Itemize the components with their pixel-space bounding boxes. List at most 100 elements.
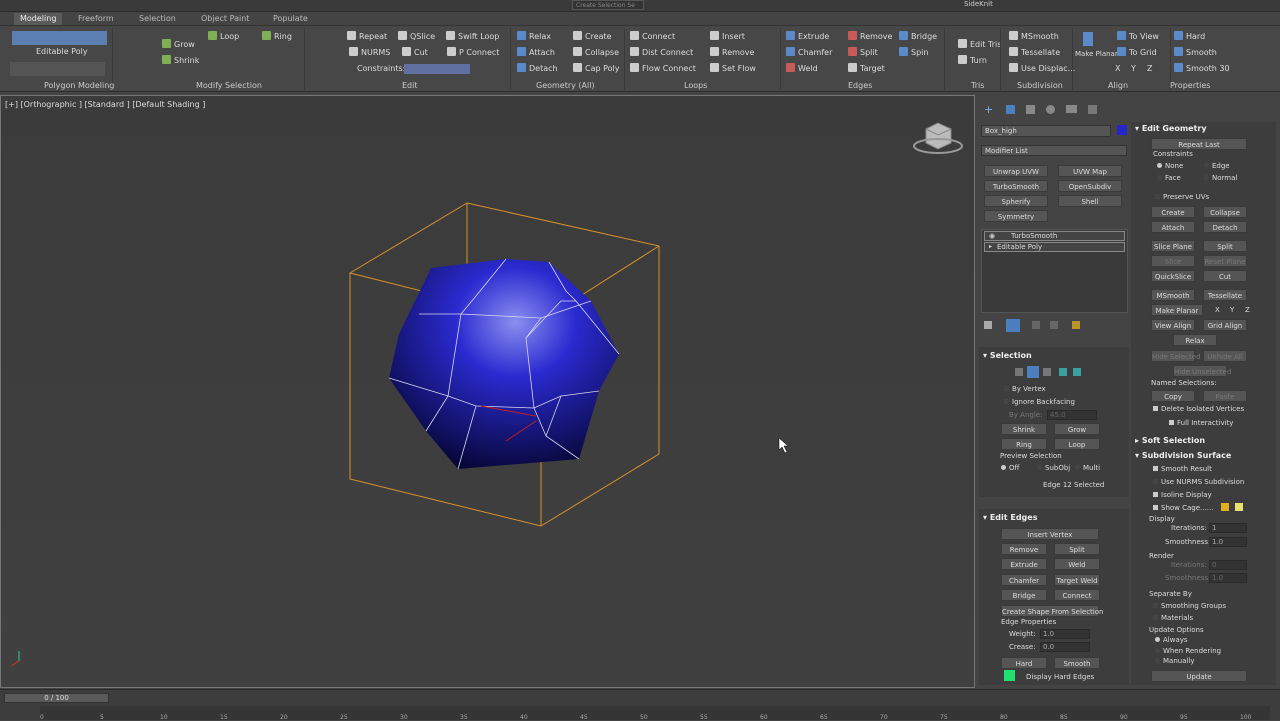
soft-selection-title[interactable]: ▸ Soft Selection [1135,436,1205,445]
create-shape-button[interactable]: Create Shape From Selection [1001,605,1103,617]
grow-button[interactable]: Grow [1054,423,1100,435]
make-planar-button[interactable]: Make Planar [1075,48,1118,60]
smooth-result-checkbox[interactable]: Smooth Result [1153,465,1212,473]
align-x-button[interactable]: X [1115,63,1120,75]
chamfer-button[interactable]: Chamfer [786,47,832,59]
bridge-button[interactable]: Bridge [899,31,937,43]
extrude-button[interactable]: Extrude [786,31,829,43]
hard-edge-color-swatch[interactable] [1004,670,1015,681]
edit-edges-rollout-title[interactable]: ▾ Edit Edges [983,513,1037,522]
delete-isolated-checkbox[interactable]: Delete Isolated Vertices [1153,405,1244,413]
connect-button[interactable]: Connect [630,31,675,43]
to-grid-button[interactable]: To Grid [1117,47,1157,59]
group-geometry[interactable]: Geometry (All) [536,81,595,90]
render-smoothness-spinner[interactable]: 1.0 [1209,573,1247,583]
cut-button[interactable]: Cut [1203,270,1247,282]
render-iterations-spinner[interactable]: 0 [1209,560,1247,570]
by-angle-spinner[interactable]: 45.0 [1047,410,1097,420]
weld-button[interactable]: Weld [786,63,818,75]
time-slider[interactable]: 0 / 100 [4,693,109,703]
align-y-button[interactable]: Y [1131,63,1136,75]
weight-spinner[interactable]: 1.0 [1040,629,1090,639]
slice-plane-button[interactable]: Slice Plane [1151,240,1195,252]
subobject-icons[interactable] [12,31,107,45]
preview-multi-radio[interactable]: Multi [1075,464,1100,472]
smooth-button[interactable]: Smooth [1174,47,1217,59]
tessellate-button[interactable]: Tessellate [1009,47,1060,59]
relax-button[interactable]: Relax [517,31,551,43]
use-displacement-button[interactable]: Use Displac... [1009,63,1075,75]
relax-button[interactable]: Relax [1173,334,1217,346]
create-button[interactable]: Create [573,31,612,43]
swift-loop-button[interactable]: Swift Loop [446,31,499,43]
modifier-list-dropdown[interactable]: Modifier List [981,145,1127,156]
unhide-all-button[interactable]: Unhide All [1203,350,1247,362]
selection-rollout-title[interactable]: ▾ Selection [983,351,1032,360]
tab-populate[interactable]: Populate [273,14,308,23]
set-flow-button[interactable]: Set Flow [710,63,756,75]
grow-button[interactable]: Grow [162,39,195,51]
to-view-button[interactable]: To View [1117,31,1159,43]
turn-button[interactable]: Turn [958,55,987,67]
cut-button[interactable]: Cut [402,47,428,59]
hard-button[interactable]: Hard [1174,31,1205,43]
materials-checkbox[interactable]: Materials [1153,614,1193,622]
stack-item-editable-poly[interactable]: ▸ Editable Poly [984,242,1125,252]
tab-modeling[interactable]: Modeling [14,13,63,25]
unwrap-uvw-button[interactable]: Unwrap UVW [984,165,1048,177]
stack-item-turbosmooth[interactable]: ◉ TurboSmooth [984,231,1125,241]
smoothing-groups-checkbox[interactable]: Smoothing Groups [1153,602,1226,610]
constraint-normal-radio[interactable]: Normal [1204,174,1237,182]
constraint-edge-radio[interactable]: Edge [1204,162,1230,170]
stack-tools[interactable] [984,319,1084,333]
attach-button[interactable]: Attach [517,47,555,59]
nurms-button[interactable]: NURMS [349,47,390,59]
constraint-face-radio[interactable]: Face [1157,174,1181,182]
by-vertex-checkbox[interactable]: By Vertex [1004,385,1046,393]
connect-button[interactable]: Connect [1054,589,1100,601]
tab-freeform[interactable]: Freeform [78,14,114,23]
flow-connect-button[interactable]: Flow Connect [630,63,696,75]
split-button[interactable]: Split [1054,543,1100,555]
group-edges[interactable]: Edges [848,81,872,90]
grid-align-button[interactable]: Grid Align [1203,319,1247,331]
weld-button[interactable]: Weld [1054,558,1100,570]
ignore-backfacing-checkbox[interactable]: Ignore Backfacing [1004,398,1075,406]
planar-z-button[interactable]: Z [1245,306,1250,314]
create-button[interactable]: Create [1151,206,1195,218]
ring-button[interactable]: Ring [262,31,292,43]
group-loops[interactable]: Loops [684,81,707,90]
update-button[interactable]: Update [1151,670,1247,682]
hard-button[interactable]: Hard [1001,657,1047,669]
split-button[interactable]: Split [1203,240,1247,252]
hide-unselected-button[interactable]: Hide Unselected [1173,365,1231,377]
remove-loop-button[interactable]: Remove [710,47,754,59]
symmetry-button[interactable]: Symmetry [984,210,1048,222]
msmooth-button[interactable]: MSmooth [1009,31,1059,43]
spherify-button[interactable]: Spherify [984,195,1048,207]
use-nurms-checkbox[interactable]: Use NURMS Subdivision [1153,478,1244,486]
detach-button[interactable]: Detach [1203,221,1247,233]
collapse-button[interactable]: Collapse [1203,206,1247,218]
repeat-button[interactable]: Repeat [347,31,387,43]
ring-button[interactable]: Ring [1001,438,1047,450]
edit-geometry-title[interactable]: ▾ Edit Geometry [1135,124,1207,133]
split-button[interactable]: Split [848,47,878,59]
collapse-button[interactable]: Collapse [573,47,619,59]
shell-button[interactable]: Shell [1058,195,1122,207]
loop-button[interactable]: Loop [208,31,239,43]
repeat-last-button[interactable]: Repeat Last [1151,138,1247,150]
track-bar[interactable]: 0 5 10 15 20 25 30 35 40 45 50 55 60 65 70 75 80 85 90 95 10… [40,706,1270,721]
group-polygon-modeling[interactable]: Polygon Modeling [44,81,114,90]
copy-button[interactable]: Copy [1151,390,1195,402]
update-manually-radio[interactable]: Manually [1155,657,1195,665]
slice-button[interactable]: Slice [1151,255,1195,267]
quickslice-button[interactable]: QuickSlice [1151,270,1195,282]
poly-tools-icons[interactable] [10,62,105,76]
p-connect-button[interactable]: P Connect [447,47,499,59]
tab-object-paint[interactable]: Object Paint [201,14,249,23]
detach-button[interactable]: Detach [517,63,558,75]
loop-button[interactable]: Loop [1054,438,1100,450]
reset-plane-button[interactable]: Reset Plane [1203,255,1247,267]
chamfer-button[interactable]: Chamfer [1001,574,1047,586]
